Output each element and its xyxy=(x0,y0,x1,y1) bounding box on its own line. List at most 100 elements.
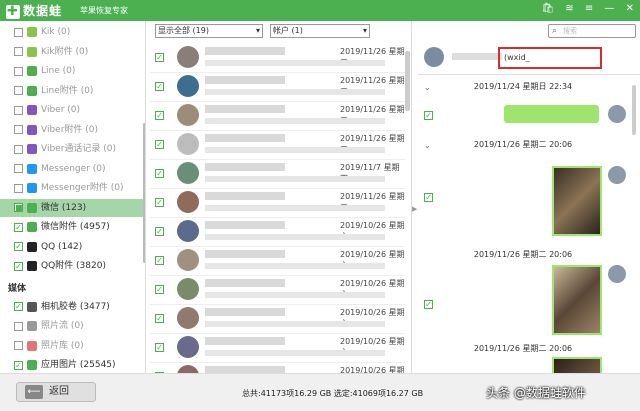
message-checkbox[interactable]: ✓ xyxy=(424,193,433,202)
sidebar-checkbox[interactable]: ✓ xyxy=(14,302,23,311)
sidebar-checkbox[interactable] xyxy=(14,66,23,76)
message-checkbox[interactable]: ✓ xyxy=(424,300,433,309)
conversation-checkbox[interactable]: ✓ xyxy=(155,256,164,265)
conversation-row[interactable]: ✓2019/11/26 星期二 xyxy=(150,101,405,131)
menu-icon[interactable]: ≡ xyxy=(585,3,593,14)
conversation-checkbox[interactable]: ✓ xyxy=(155,285,164,294)
sidebar-item[interactable]: Viber附件 (0) xyxy=(0,121,145,139)
message-date: 2019/11/24 星期日 22:34 xyxy=(473,82,573,91)
conversation-checkbox[interactable]: ✓ xyxy=(155,111,164,120)
bottom-bar: ⟵ 返回 总共:41173项16.29 GB 选定:41069项16.27 GB … xyxy=(0,373,640,411)
sidebar-checkbox[interactable]: ✓ xyxy=(14,222,23,232)
conversation-checkbox[interactable]: ✓ xyxy=(155,140,164,149)
sidebar-checkbox[interactable] xyxy=(14,86,23,95)
conversation-checkbox[interactable]: ✓ xyxy=(155,227,164,236)
conversation-checkbox[interactable]: ✓ xyxy=(155,53,164,62)
sidebar-item[interactable]: Viber通话记录 (0) xyxy=(0,140,145,158)
photo-message[interactable] xyxy=(552,265,602,335)
contact-name-blurred xyxy=(205,76,285,84)
conversation-checkbox[interactable]: ✓ xyxy=(155,343,164,352)
sidebar-item-count: (0) xyxy=(92,163,106,174)
conversation-checkbox[interactable]: ✓ xyxy=(155,314,164,323)
display-filter-select[interactable]: 显示全部 (19) ▾ xyxy=(155,24,263,38)
contact-id-highlight: (wxid_ xyxy=(498,47,602,69)
sidebar-item-label: Kik附件 xyxy=(41,46,73,57)
sidebar-item[interactable]: Viber (0) xyxy=(0,101,145,119)
sidebar-checkbox[interactable] xyxy=(14,164,23,173)
close-icon[interactable]: ✕ xyxy=(626,3,634,14)
sidebar-item[interactable]: 照片流 (0) xyxy=(0,317,145,335)
photo-message[interactable] xyxy=(552,357,602,373)
sidebar-item[interactable]: 照片库 (0) xyxy=(0,337,145,355)
conversation-row[interactable]: ✓2019/11/26 星期二 xyxy=(150,43,405,73)
media-section-header: 媒体 xyxy=(8,283,27,294)
sidebar-checkbox[interactable] xyxy=(14,125,23,134)
conversation-row[interactable]: ✓2019/10/26 星期六 xyxy=(150,217,405,247)
sidebar-checkbox[interactable] xyxy=(14,47,23,56)
sidebar-checkbox[interactable] xyxy=(14,27,23,37)
conversation-date-value: 2019/11/26 xyxy=(340,192,387,201)
message-preview-blurred xyxy=(205,147,385,153)
sidebar-checkbox[interactable]: ✓ xyxy=(14,261,23,271)
sidebar-item-label: Line xyxy=(41,66,60,76)
conversation-row[interactable]: ✓2019/10/26 星期六 xyxy=(150,304,405,334)
conversation-row[interactable]: ✓2019/10/26 星期六 xyxy=(150,246,405,276)
sidebar-checkbox[interactable] xyxy=(14,341,23,350)
sidebar-item[interactable]: Line附件 (0) xyxy=(0,82,145,100)
sidebar-item[interactable]: ✓ 微信附件 (4957) xyxy=(0,218,145,236)
conversation-row[interactable]: ✓2019/11/26 星期二 xyxy=(150,130,405,160)
sender-avatar xyxy=(608,265,626,283)
photo-message[interactable] xyxy=(552,166,602,236)
account-filter-select[interactable]: 帐户 (1) ▾ xyxy=(270,24,370,38)
conversation-date-value: 2019/10/26 xyxy=(340,250,387,259)
conversation-row[interactable]: ✓2019/10/26 星期六 xyxy=(150,333,405,363)
sidebar-item[interactable]: Messenger (0) xyxy=(0,160,145,178)
conversation-checkbox[interactable]: ✓ xyxy=(155,169,164,178)
message-preview-blurred xyxy=(205,350,385,356)
wifi-icon[interactable]: ≋ xyxy=(565,3,573,14)
sidebar-checkbox[interactable] xyxy=(14,321,23,331)
back-button[interactable]: ⟵ 返回 xyxy=(16,382,96,402)
sidebar-checkbox[interactable]: ✓ xyxy=(14,360,23,370)
sidebar-item[interactable]: Kik (0) xyxy=(0,23,145,41)
sidebar-item[interactable]: ✓ 相机胶卷 (3477) xyxy=(0,298,145,316)
message-preview-blurred xyxy=(205,89,385,95)
sidebar-item[interactable]: ✓ QQ附件 (3820) xyxy=(0,257,145,275)
list-scrollbar[interactable] xyxy=(405,51,410,111)
sidebar-item[interactable]: Messenger附件 (0) xyxy=(0,179,145,197)
conversation-row[interactable]: ✓2019/10/26 星期六 xyxy=(150,362,405,373)
conversation-row[interactable]: ✓2019/11/26 星期二 xyxy=(150,188,405,218)
sidebar-checkbox[interactable] xyxy=(14,144,23,154)
conversation-row[interactable]: ✓2019/10/26 星期六 xyxy=(150,275,405,305)
message-checkbox[interactable]: ✓ xyxy=(424,111,433,120)
sidebar-checkbox[interactable]: ■ xyxy=(14,203,23,212)
message-preview-blurred xyxy=(205,118,385,124)
sidebar-item[interactable]: Line (0) xyxy=(0,62,145,80)
conversation-checkbox[interactable]: ✓ xyxy=(155,198,164,207)
sidebar-item[interactable]: Kik附件 (0) xyxy=(0,43,145,61)
window-controls: 🛍 ≋ ≡ — ✕ xyxy=(533,3,634,14)
minimize-icon[interactable]: — xyxy=(604,3,614,14)
sidebar-checkbox[interactable] xyxy=(14,183,23,193)
conversation-date-value: 2019/11/26 xyxy=(340,47,387,56)
sidebar-item-label: Viber附件 xyxy=(41,124,83,135)
sidebar-item[interactable]: ✓ QQ (142) xyxy=(0,238,145,256)
message-preview-blurred xyxy=(205,263,385,269)
message-date: 2019/11/26 星期二 20:06 xyxy=(473,140,573,149)
conversation-row[interactable]: ✓2019/11/7 星期四 xyxy=(150,159,405,189)
conversation-checkbox[interactable]: ✓ xyxy=(155,82,164,91)
conversation-row[interactable]: ✓2019/11/26 星期二 xyxy=(150,72,405,102)
contact-id: (wxid_ xyxy=(504,53,530,62)
pane-divider-arrow-icon[interactable]: ▶ xyxy=(412,205,417,213)
chat-scrollbar[interactable] xyxy=(632,85,636,135)
sidebar-checkbox[interactable] xyxy=(14,105,23,115)
sidebar-checkbox[interactable]: ✓ xyxy=(14,242,23,251)
sidebar-item[interactable]: ■ 微信 (123) xyxy=(0,198,145,217)
viber-icon xyxy=(27,105,37,115)
sidebar-scrollbar[interactable] xyxy=(143,123,145,263)
messenger-icon xyxy=(27,163,37,174)
search-input[interactable]: ⌕ 搜索 xyxy=(548,24,636,38)
sidebar-item[interactable]: ✓ 应用图片 (25545) xyxy=(0,356,145,373)
selection-status: 总共:41173项16.29 GB 选定:41069项16.27 GB xyxy=(242,389,424,398)
gift-icon[interactable]: 🛍 xyxy=(541,3,554,14)
